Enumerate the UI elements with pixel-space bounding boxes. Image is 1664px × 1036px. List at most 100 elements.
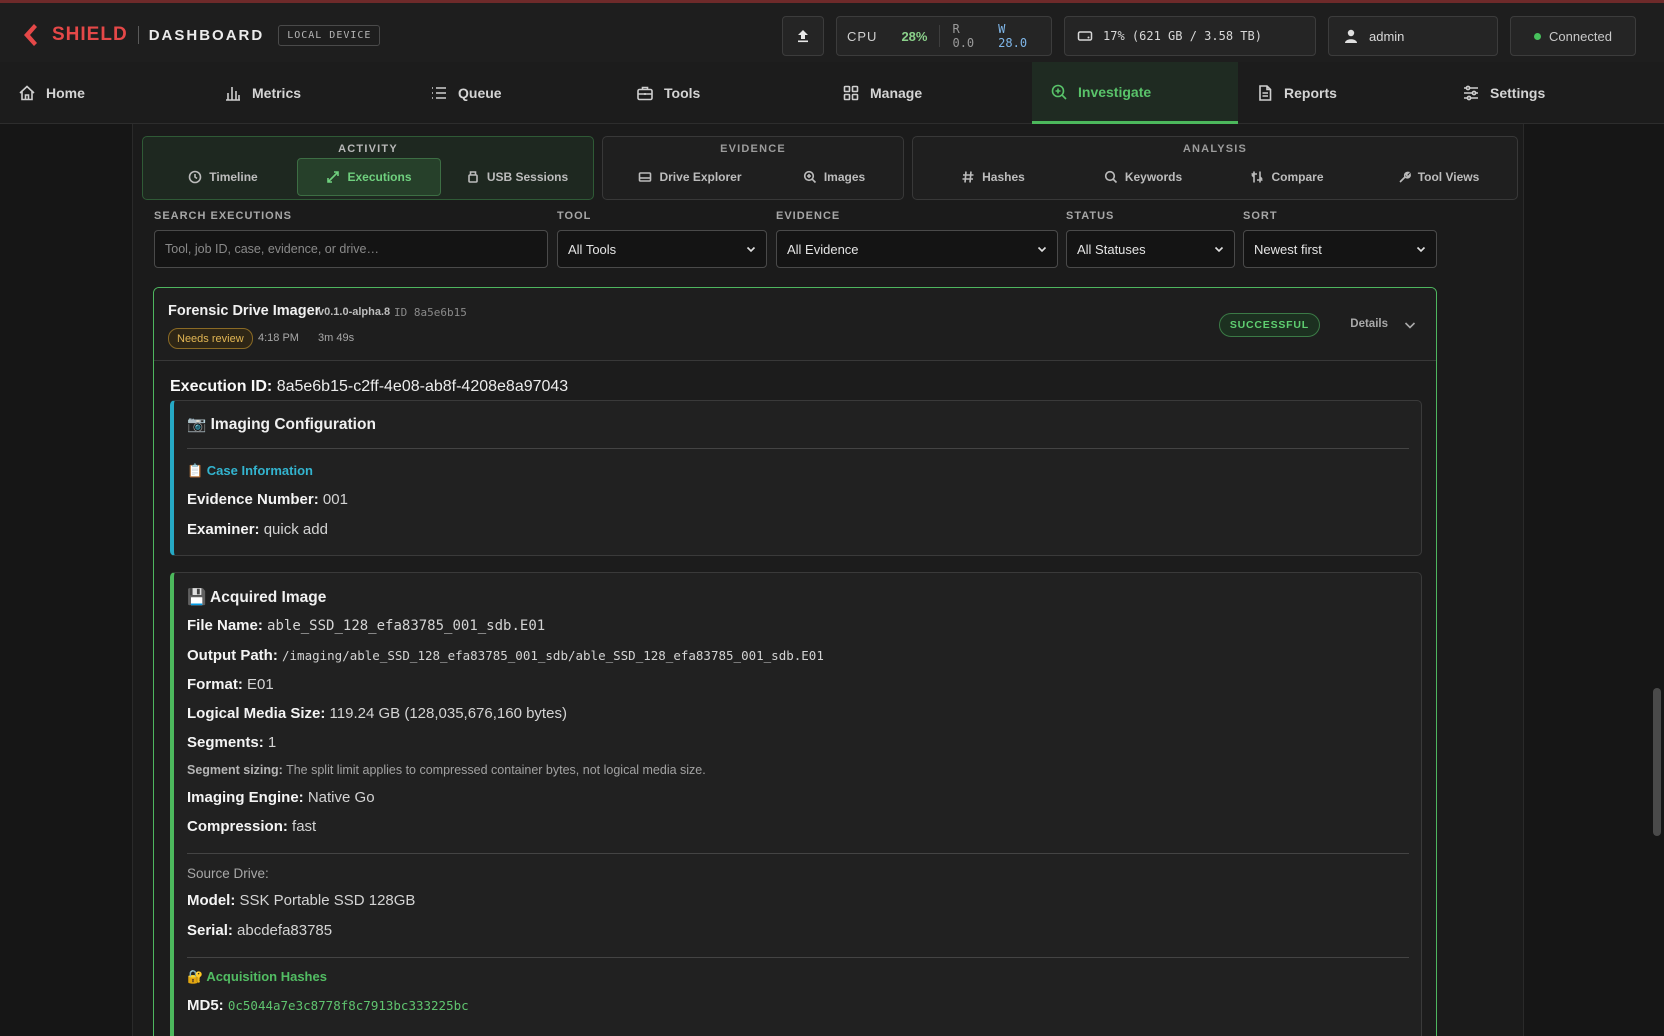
nav-settings[interactable]: Settings [1444, 62, 1650, 124]
scrollbar-track[interactable] [1650, 124, 1664, 1036]
subtab-compare[interactable]: Compare [1217, 158, 1357, 196]
drive-icon [1077, 31, 1093, 41]
main-content: ACTIVITY Timeline Executions USB Session… [132, 124, 1524, 1036]
examiner-value: quick add [263, 521, 328, 538]
case-info-title: 📋 Case Information [187, 463, 313, 478]
zoom-icon [803, 170, 816, 184]
engine-label: Imaging Engine: [187, 789, 304, 806]
toolbox-icon [637, 86, 653, 101]
subtab-images[interactable]: Images [779, 158, 889, 196]
divider [187, 853, 1409, 854]
scrollbar-thumb[interactable] [1653, 688, 1661, 836]
nav-tools[interactable]: Tools [618, 62, 824, 124]
source-drive-title: Source Drive: [187, 866, 269, 881]
nav-reports-label: Reports [1284, 85, 1337, 101]
nav-manage-label: Manage [870, 85, 923, 101]
upload-icon [798, 30, 808, 43]
model-row: Model: SSK Portable SSD 128GB [187, 892, 415, 909]
nav-metrics[interactable]: Metrics [206, 62, 412, 124]
output-path-label: Output Path: [187, 647, 278, 664]
evidence-number-row: Evidence Number: 001 [187, 491, 348, 508]
status-select-value: All Statuses [1077, 241, 1146, 257]
sort-select-value: Newest first [1254, 241, 1322, 257]
tool-select-value: All Tools [568, 241, 617, 257]
examiner-label: Examiner: [187, 521, 260, 538]
compression-value: fast [292, 818, 317, 835]
read-rate: R 0.0 [952, 22, 975, 50]
divider [187, 448, 1409, 449]
brand-subtitle: DASHBOARD [148, 26, 265, 44]
status-filter-label: STATUS [1066, 210, 1115, 222]
user-menu[interactable]: admin [1328, 16, 1498, 56]
nav-home-label: Home [46, 85, 85, 101]
details-toggle[interactable]: Details [1350, 318, 1388, 330]
nav-investigate-label: Investigate [1078, 83, 1152, 100]
cpu-value: 28% [901, 28, 928, 44]
chevron-down-icon[interactable] [1404, 320, 1416, 330]
evidence-title: EVIDENCE [720, 143, 786, 155]
evidence-number-label: Evidence Number: [187, 491, 319, 508]
nav-manage[interactable]: Manage [824, 62, 1030, 124]
search-placeholder: Tool, job ID, case, evidence, or drive… [165, 242, 379, 256]
model-label: Model: [187, 892, 236, 909]
subtab-keywords[interactable]: Keywords [1073, 158, 1213, 196]
nav-queue[interactable]: Queue [412, 62, 618, 124]
md5-value: 0c5044a7e3c8778f8c7913bc333225bc [227, 998, 469, 1013]
status-select[interactable]: All Statuses [1066, 230, 1235, 268]
analysis-group: ANALYSIS Hashes Keywords Compare Tool Vi… [912, 136, 1518, 200]
format-row: Format: E01 [187, 676, 274, 693]
cpu-label: CPU [847, 28, 878, 44]
search-icon [1104, 170, 1117, 184]
brand-name: SHIELD [52, 24, 128, 45]
connection-status: Connected [1510, 16, 1636, 56]
file-name-row: File Name: able_SSD_128_efa83785_001_sdb… [187, 617, 545, 634]
subtab-drive-explorer[interactable]: Drive Explorer [615, 158, 765, 196]
md5-label: MD5: [187, 997, 224, 1014]
subtab-usb-sessions[interactable]: USB Sessions [445, 158, 589, 196]
tool-select[interactable]: All Tools [557, 230, 767, 268]
output-path-value: /imaging/able_SSD_128_efa83785_001_sdb/a… [282, 648, 824, 663]
status-dot-icon [1534, 32, 1542, 40]
subtab-timeline[interactable]: Timeline [153, 158, 293, 196]
drive-icon [639, 172, 652, 182]
disk-usage: 17% (621 GB / 3.58 TB) [1064, 16, 1316, 56]
subtab-images-label: Images [823, 170, 866, 184]
subtab-usb-label: USB Sessions [486, 170, 569, 184]
nav-home[interactable]: Home [0, 62, 206, 124]
media-size-row: Logical Media Size: 119.24 GB (128,035,6… [187, 705, 567, 722]
user-icon [1345, 29, 1357, 43]
subtab-keywords-label: Keywords [1124, 170, 1183, 184]
status-badge: SUCCESSFUL [1218, 313, 1320, 337]
activity-group: ACTIVITY Timeline Executions USB Session… [142, 136, 594, 200]
divider [187, 957, 1409, 958]
search-input[interactable]: Tool, job ID, case, evidence, or drive… [154, 230, 548, 268]
subtab-executions[interactable]: Executions [297, 158, 441, 196]
execution-time: 4:18 PM [258, 332, 299, 344]
subtab-tool-views[interactable]: Tool Views [1363, 158, 1513, 196]
nav-tools-label: Tools [664, 85, 701, 101]
evidence-select[interactable]: All Evidence [776, 230, 1058, 268]
subtab-hashes-label: Hashes [982, 170, 1025, 184]
write-rate: W 28.0 [998, 22, 1028, 50]
brand[interactable]: SHIELD DASHBOARD LOCAL DEVICE [20, 21, 381, 49]
chevron-down-icon [746, 246, 756, 253]
nav-reports[interactable]: Reports [1238, 62, 1444, 124]
output-path-row: Output Path: /imaging/able_SSD_128_efa83… [187, 647, 824, 664]
sort-select[interactable]: Newest first [1243, 230, 1437, 268]
activity-title: ACTIVITY [338, 143, 398, 155]
engine-value: Native Go [307, 789, 375, 806]
search-label: SEARCH EXECUTIONS [154, 210, 293, 222]
wrench-icon [1399, 171, 1411, 183]
imaging-config-panel: 📷 Imaging Configuration 📋 Case Informati… [170, 400, 1422, 556]
execution-card: Forensic Drive Imager v0.1.0-alpha.8 ID … [153, 287, 1437, 1036]
subtab-hashes[interactable]: Hashes [923, 158, 1063, 196]
execution-card-header[interactable]: Forensic Drive Imager v0.1.0-alpha.8 ID … [154, 288, 1436, 361]
nav-investigate[interactable]: Investigate [1032, 62, 1238, 124]
tool-filter-label: TOOL [557, 210, 592, 222]
execution-id-row: Execution ID: 8a5e6b15-c2ff-4e08-ab8f-42… [170, 378, 568, 396]
upload-button[interactable] [782, 16, 824, 56]
file-name-value: able_SSD_128_efa83785_001_sdb.E01 [267, 618, 546, 634]
cpu-divider [939, 25, 941, 47]
serial-value: abcdefa83785 [237, 922, 333, 939]
nav-queue-label: Queue [458, 85, 502, 101]
